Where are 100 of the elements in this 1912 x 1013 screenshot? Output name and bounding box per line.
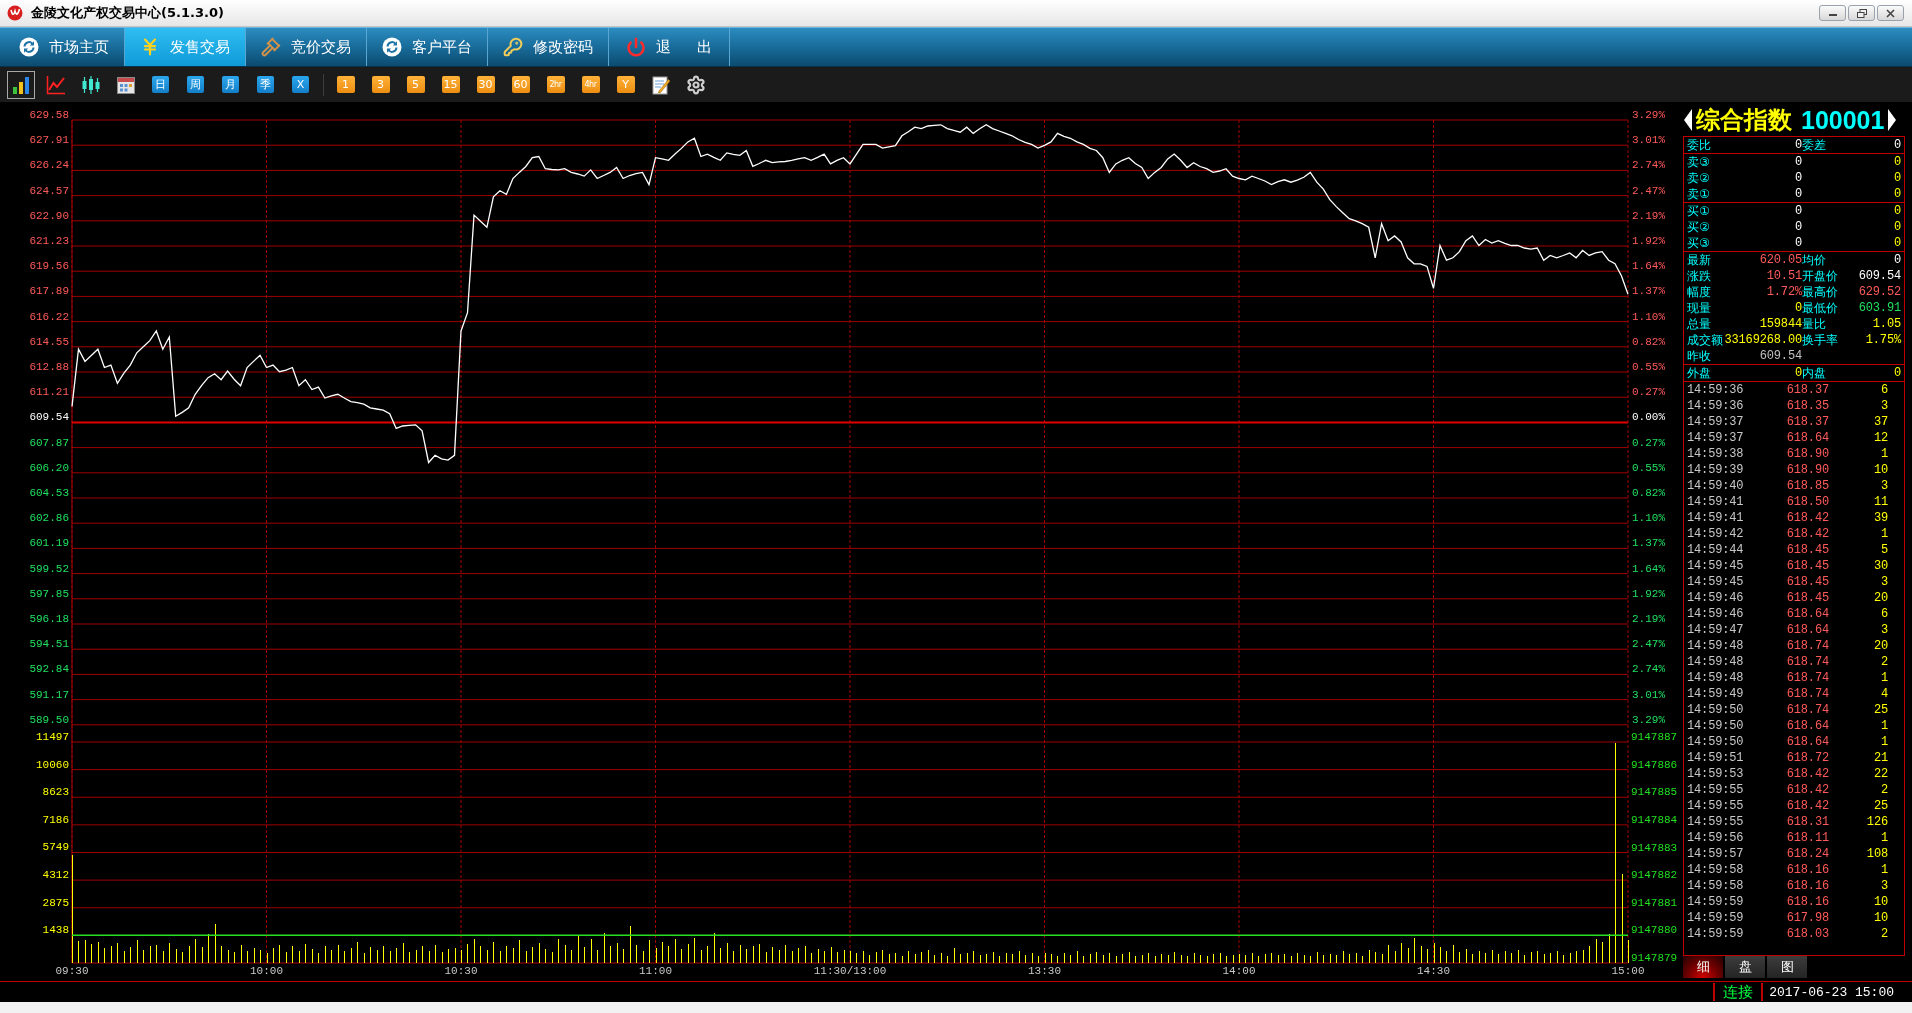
quote-value: 0 <box>1893 137 1901 153</box>
price-axis-label: 601.19 <box>29 537 69 550</box>
previous-button[interactable] <box>1684 109 1692 131</box>
trade-price: 618.45 <box>1786 590 1829 606</box>
nav-tab[interactable]: 客户平台 <box>367 28 488 66</box>
interval-button[interactable]: 1 <box>336 76 355 93</box>
panel-tab[interactable]: 盘 <box>1725 956 1765 978</box>
trade-time: 14:59:45 <box>1687 574 1744 590</box>
quote-label: 最低价 <box>1802 300 1838 316</box>
trade-time: 14:59:39 <box>1687 462 1744 478</box>
price-axis-label: 607.87 <box>29 436 69 449</box>
trade-price: 618.64 <box>1786 734 1829 750</box>
trade-time: 14:59:56 <box>1687 830 1744 846</box>
trade-price: 618.35 <box>1786 398 1829 414</box>
trade-volume: 3 <box>1880 478 1888 494</box>
period-button[interactable]: 季 <box>257 76 274 93</box>
interval-button[interactable]: 2hr <box>546 76 565 93</box>
interval-button[interactable]: 5 <box>406 76 425 93</box>
interval-button[interactable]: 4hr <box>581 76 600 93</box>
trade-time: 14:59:50 <box>1687 718 1744 734</box>
percent-axis-label: 1.10% <box>1632 512 1665 525</box>
trade-time: 14:59:41 <box>1687 494 1744 510</box>
panel-tab[interactable]: 细 <box>1683 956 1723 978</box>
trade-time: 14:59:55 <box>1687 798 1744 814</box>
trade-time: 14:59:37 <box>1687 414 1744 430</box>
order-volume: 0 <box>1893 235 1901 251</box>
nav-tab[interactable]: 修改密码 <box>488 28 609 66</box>
next-button[interactable] <box>1888 109 1897 131</box>
nav-tab[interactable]: 发售交易 <box>125 28 246 66</box>
percent-axis-label: 1.37% <box>1632 537 1665 550</box>
trade-price: 618.90 <box>1786 462 1829 478</box>
trade-volume: 30 <box>1873 558 1888 574</box>
quote-value: 0 <box>1794 365 1802 381</box>
nav-tab[interactable]: 竞价交易 <box>246 28 367 66</box>
calendar-icon <box>116 75 135 94</box>
trade-volume: 3 <box>1880 878 1888 894</box>
notepad-icon <box>650 74 671 95</box>
time-axis-label: 14:30 <box>1417 965 1450 977</box>
order-price: 0 <box>1794 186 1802 202</box>
interval-button[interactable]: 30 <box>476 76 495 93</box>
panel-tab[interactable]: 图 <box>1767 956 1807 978</box>
percent-axis-label: 1.92% <box>1632 235 1665 247</box>
period-button[interactable]: 周 <box>187 76 204 93</box>
quote-value: 0 <box>1893 365 1901 381</box>
period-button[interactable]: X <box>292 76 309 93</box>
price-axis-label: 594.51 <box>29 638 69 651</box>
quote-value: 159844 <box>1759 316 1802 332</box>
quote-label: 均价 <box>1802 252 1826 268</box>
trade-time: 14:59:45 <box>1687 558 1744 574</box>
trade-time: 14:59:36 <box>1687 398 1744 414</box>
quote-value: 0 <box>1794 137 1802 153</box>
quote-label: 委比 <box>1687 137 1711 153</box>
quote-label: 内盘 <box>1802 365 1826 381</box>
quote-label: 幅度 <box>1687 284 1711 300</box>
instrument-code: 100001 <box>1801 105 1885 135</box>
trade-time: 14:59:44 <box>1687 542 1744 558</box>
percent-axis-label: 0.27% <box>1632 436 1665 449</box>
order-volume: 0 <box>1893 170 1901 186</box>
restore-button[interactable] <box>1848 5 1875 21</box>
interval-button[interactable]: 60 <box>511 76 530 93</box>
price-axis-label: 612.88 <box>29 361 69 373</box>
trade-volume: 2 <box>1880 782 1888 798</box>
time-axis-label: 15:00 <box>1611 965 1645 977</box>
percent-axis-label: 0.82% <box>1632 335 1665 348</box>
refresh-icon <box>19 37 39 57</box>
order-volume: 0 <box>1893 203 1901 219</box>
chart-view-button[interactable] <box>6 70 35 99</box>
quote-label: 昨收 <box>1687 348 1711 364</box>
trade-price: 617.98 <box>1786 910 1829 926</box>
volume-axis-label: 9147883 <box>1631 841 1678 854</box>
line-chart-icon <box>45 74 66 95</box>
interval-button[interactable]: Y <box>616 76 635 93</box>
restore-icon <box>1856 8 1867 18</box>
quote-value: 603.91 <box>1858 300 1901 316</box>
interval-button[interactable]: 3 <box>371 76 390 93</box>
trade-volume: 10 <box>1873 910 1888 926</box>
volume-axis-label: 9147887 <box>1631 731 1678 743</box>
key-icon <box>503 37 523 57</box>
nav-tab[interactable]: 退 出 <box>609 28 730 66</box>
period-button[interactable]: 日 <box>152 76 169 93</box>
minimize-button[interactable] <box>1819 5 1846 21</box>
trade-volume: 1 <box>1880 670 1888 686</box>
time-axis-label: 14:00 <box>1222 965 1256 977</box>
close-button[interactable] <box>1877 5 1904 21</box>
window-title: 金陵文化产权交易中心(5.1.3.0) <box>31 4 224 22</box>
quote-label: 最高价 <box>1802 284 1838 300</box>
volume-axis-label: 2875 <box>42 896 69 909</box>
trade-volume: 11 <box>1873 494 1888 510</box>
interval-button[interactable]: 15 <box>441 76 460 93</box>
trade-volume: 1 <box>1880 734 1888 750</box>
quote-value: 620.05 <box>1759 252 1802 268</box>
power-icon <box>625 37 646 57</box>
time-axis-label: 09:30 <box>55 965 89 977</box>
period-button[interactable]: 月 <box>222 76 239 93</box>
trade-time: 14:59:36 <box>1687 382 1744 398</box>
time-axis-label: 11:30/13:00 <box>813 965 887 977</box>
trade-volume: 20 <box>1873 590 1888 606</box>
percent-axis-label: 3.29% <box>1632 109 1665 121</box>
volume-axis-label: 9147881 <box>1631 896 1678 909</box>
trade-volume: 10 <box>1873 894 1888 910</box>
